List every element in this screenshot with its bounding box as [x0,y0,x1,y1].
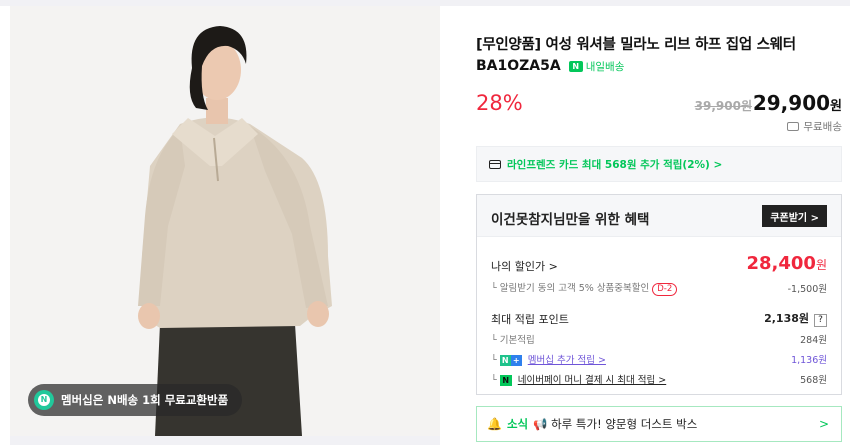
my-discount-link[interactable]: 나의 할인가 > [491,258,558,274]
my-price-number: 28,400 [746,253,816,274]
coupon-button[interactable]: 쿠폰받기 > [762,205,827,227]
my-price-unit: 원 [815,258,827,272]
model-photo [10,6,440,436]
product-model: BA1OZA5A [476,58,561,74]
membership-icon: N [34,390,54,410]
news-label: 소식 [506,417,529,431]
npay-points-value: 568원 [800,375,827,386]
product-info: [무인양품] 여성 워셔블 밀라노 리브 하프 집업 스웨터 BA1OZA5A … [476,6,842,445]
basic-points-value: 284원 [800,335,827,346]
my-price: 28,400원 [746,253,827,274]
benefit-title: 이건못참지님만을 위한 혜택 [491,212,650,228]
membership-points-value: 1,136원 [791,355,827,366]
sale-price-unit: 원 [830,99,842,114]
membership-badge: N 멤버십은 N배송 1회 무료교환반품 [28,384,243,416]
model-row: BA1OZA5A N 내일배송 [476,58,624,74]
discount-rate: 28% [476,91,523,115]
alert-discount-label: 알림받기 동의 고객 5% 상품중복할인 [499,283,650,294]
shipping-label: 무료배송 [803,121,842,133]
help-icon[interactable]: ? [814,314,827,327]
npay-points-link[interactable]: 네이버페이 머니 결제 시 최대 적립 > [518,375,666,386]
max-points-label: 최대 적립 포인트 [491,313,569,326]
news-banner[interactable]: 🔔 소식 📢 하루 특가! 양문형 더스트 박스 > [476,406,842,442]
alert-discount-value: -1,500원 [787,284,827,295]
benefit-header: 이건못참지님만을 위한 혜택 쿠폰받기 > [477,195,841,237]
max-points-row: 2,138원? [764,310,827,327]
delivery-label: 내일배송 [585,60,625,73]
delivery-badge[interactable]: N 내일배송 [568,59,625,74]
credit-card-icon [489,159,501,169]
max-points-value: 2,138원 [764,312,809,325]
membership-points-row: └ N + 멤버십 추가 적립 > [491,355,606,366]
sale-price: 29,900원 [753,91,842,115]
badge-text: 멤버십은 N배송 1회 무료교환반품 [61,393,229,407]
bell-icon: 🔔 [487,417,502,431]
card-promo[interactable]: 라인프렌즈 카드 최대 568원 추가 적립(2%) > [476,146,842,182]
product-title: [무인양품] 여성 워셔블 밀라노 리브 하프 집업 스웨터 [476,37,796,53]
benefit-box: 이건못참지님만을 위한 혜택 쿠폰받기 > 나의 할인가 > 28,400원 └… [476,194,842,395]
card-promo-text: 라인프렌즈 카드 최대 568원 추가 적립(2%) > [507,158,723,171]
membership-points-link[interactable]: 멤버십 추가 적립 > [528,355,606,366]
dday-badge: D-2 [652,283,678,296]
sale-price-number: 29,900 [752,91,831,115]
npay-points-row: └ N 네이버페이 머니 결제 시 최대 적립 > [491,375,667,386]
delivery-icon: N [568,60,583,72]
basic-points-label: 기본적립 [499,335,535,346]
shipping-info: 무료배송 [787,119,842,134]
thumbnail-strip [10,436,440,445]
basic-points-row: └ 기본적립 [491,335,535,346]
truck-icon [787,122,800,131]
product-image[interactable]: N 멤버십은 N배송 1회 무료교환반품 [10,6,440,436]
alert-discount-row: └ 알림받기 동의 고객 5% 상품중복할인 D-2 [491,280,678,296]
news-text: 📢 하루 특가! 양문형 더스트 박스 [533,417,698,431]
original-price: 39,900원 [694,99,752,113]
naver-pay-icon: N [499,375,512,386]
chevron-right-icon: > [818,417,829,431]
naver-plus-icon: N + [499,355,522,366]
